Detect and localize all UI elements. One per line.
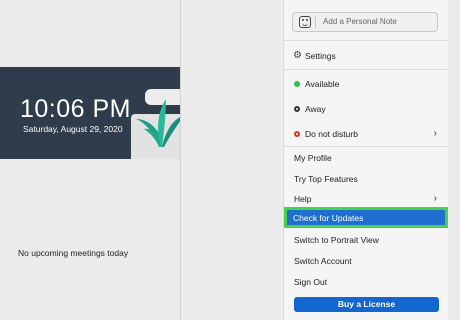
settings-menu-item[interactable]: ⚙ Settings <box>284 47 448 65</box>
right-background-strip <box>448 0 460 320</box>
no-meetings-text: No upcoming meetings today <box>18 248 129 258</box>
home-pane: 10:06 PM Saturday, August 29, 2020 No up… <box>0 0 283 320</box>
switch-portrait-view-item[interactable]: Switch to Portrait View <box>284 231 448 249</box>
settings-label: Settings <box>305 51 336 61</box>
pane-divider <box>180 0 181 320</box>
switch-portrait-view-label: Switch to Portrait View <box>294 235 379 245</box>
profile-menu: Add a Personal Note ⚙ Settings Available… <box>283 0 448 320</box>
buy-license-button[interactable]: Buy a License <box>294 297 439 312</box>
available-status-dot-icon <box>294 81 300 87</box>
plant-leaves-icon <box>136 89 181 147</box>
check-for-updates-highlight[interactable]: Check for Updates <box>284 207 448 228</box>
switch-account-item[interactable]: Switch Account <box>284 252 448 270</box>
status-available-label: Available <box>305 79 340 89</box>
clock-card: 10:06 PM Saturday, August 29, 2020 <box>0 67 181 159</box>
check-for-updates-item[interactable]: Check for Updates <box>287 210 445 225</box>
try-top-features-item[interactable]: Try Top Features <box>284 170 448 188</box>
check-for-updates-label: Check for Updates <box>293 213 364 223</box>
clock-time: 10:06 PM <box>20 95 132 123</box>
menu-separator <box>284 40 448 41</box>
gear-icon: ⚙ <box>293 50 302 61</box>
sign-out-item[interactable]: Sign Out <box>284 273 448 291</box>
dnd-status-dot-icon <box>294 131 300 137</box>
try-top-features-label: Try Top Features <box>294 174 358 184</box>
help-label: Help <box>294 194 312 204</box>
personal-note-field[interactable]: Add a Personal Note <box>292 12 438 32</box>
sign-out-label: Sign Out <box>294 277 328 287</box>
status-available-item[interactable]: Available <box>284 75 448 93</box>
menu-separator <box>284 146 448 147</box>
clock-date: Saturday, August 29, 2020 <box>23 124 123 134</box>
switch-account-label: Switch Account <box>294 256 352 266</box>
menu-separator <box>284 69 448 70</box>
note-field-divider <box>315 16 316 28</box>
status-away-item[interactable]: Away <box>284 100 448 118</box>
away-status-dot-icon <box>294 106 300 112</box>
smiley-icon[interactable] <box>299 16 311 28</box>
my-profile-label: My Profile <box>294 153 332 163</box>
chevron-right-icon: › <box>433 128 437 139</box>
help-item[interactable]: Help › <box>284 190 448 208</box>
chevron-right-icon: › <box>433 193 437 204</box>
status-dnd-label: Do not disturb <box>305 129 358 139</box>
status-away-label: Away <box>305 104 326 114</box>
personal-note-placeholder: Add a Personal Note <box>323 17 397 26</box>
status-dnd-item[interactable]: Do not disturb › <box>284 125 448 143</box>
my-profile-item[interactable]: My Profile <box>284 149 448 167</box>
